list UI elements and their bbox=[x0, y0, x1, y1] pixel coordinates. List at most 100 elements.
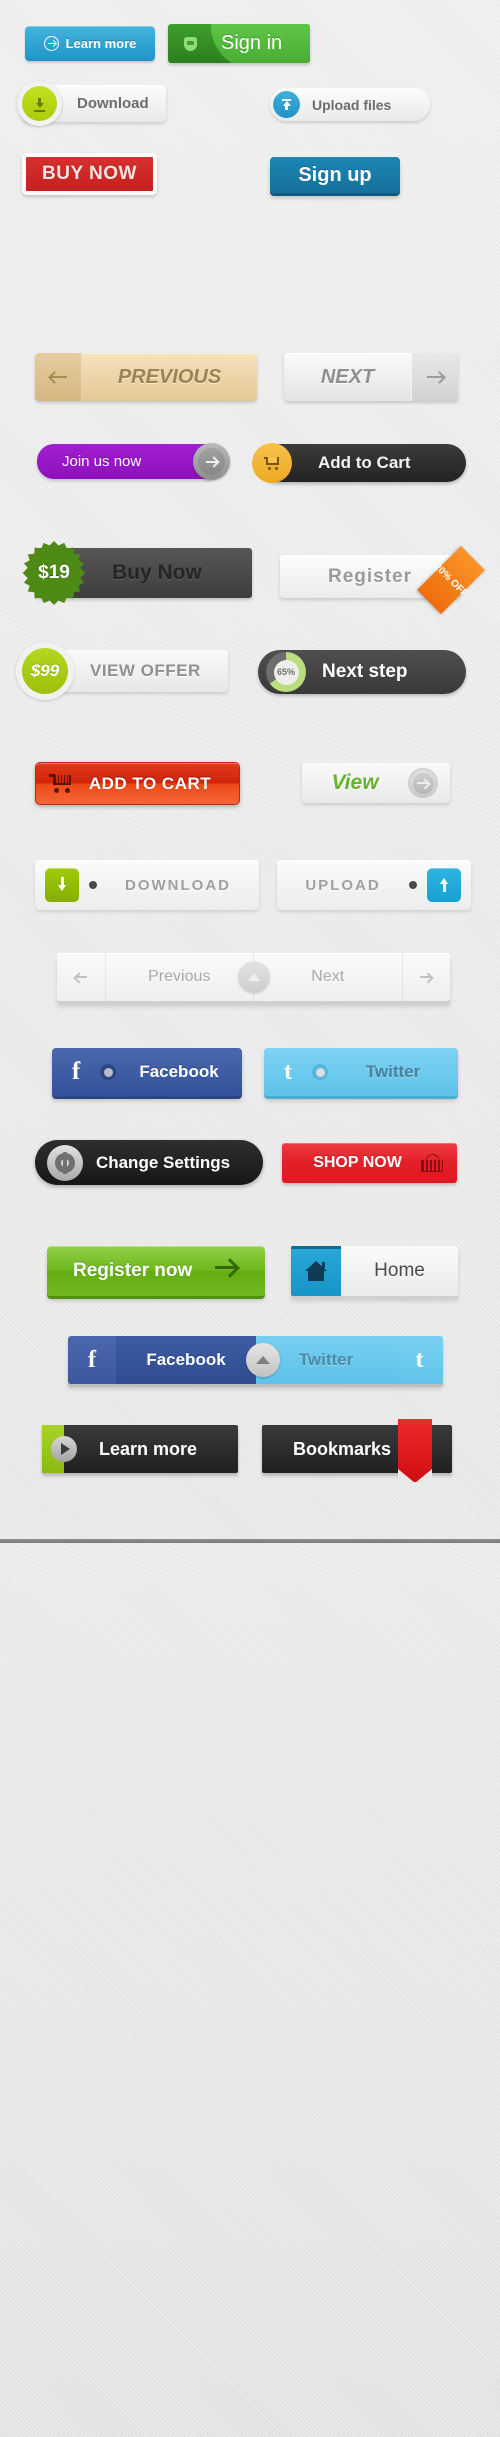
add-to-cart-red-label: ADD TO CART bbox=[88, 773, 212, 793]
next-step-label: Next step bbox=[322, 661, 408, 682]
arrow-circle-icon bbox=[43, 36, 59, 51]
view-offer-price-knob: $99 bbox=[16, 642, 74, 700]
combo-toggle-knob[interactable] bbox=[246, 1343, 280, 1377]
change-settings-button[interactable]: Change Settings bbox=[35, 1140, 263, 1185]
ui-kit-page: Learn more Sign in Download Upload files bbox=[0, 0, 500, 2437]
arrow-right-icon bbox=[426, 376, 444, 378]
bookmark-ribbon-icon bbox=[398, 1419, 432, 1483]
facebook-button[interactable]: f Facebook bbox=[52, 1048, 242, 1096]
next-step-button[interactable]: 65% Next step bbox=[258, 650, 466, 694]
next-step-percent: 65% bbox=[273, 659, 299, 685]
badges-section: $29 50% OFF 100% MONEY BACK GUARANTEE $ bbox=[0, 1543, 500, 2437]
twitter-label: Twitter bbox=[365, 1062, 421, 1081]
twitter-icon[interactable]: t bbox=[396, 1336, 443, 1384]
social-combo-bar[interactable]: f Facebook Twitter t bbox=[68, 1336, 443, 1384]
learn-more-dark-label: Learn more bbox=[98, 1438, 198, 1459]
home-icon bbox=[291, 1246, 341, 1296]
combo-facebook-label[interactable]: Facebook bbox=[116, 1336, 256, 1384]
buttons-section: Learn more Sign in Download Upload files bbox=[0, 0, 500, 1497]
upload-arrow-icon bbox=[281, 98, 292, 111]
separator-dot bbox=[100, 1064, 116, 1080]
download-icon-wrap bbox=[22, 86, 57, 121]
next-arrow-cell[interactable] bbox=[411, 353, 458, 401]
pagination-next[interactable]: Next bbox=[254, 953, 403, 1001]
buy-now-button[interactable]: BUY NOW bbox=[22, 153, 157, 195]
learn-more-button[interactable]: Learn more bbox=[25, 26, 155, 61]
arrow-circle-icon[interactable] bbox=[408, 768, 438, 798]
download-arrow-icon bbox=[45, 868, 79, 902]
sign-up-button[interactable]: Sign up bbox=[270, 157, 400, 193]
register-now-button[interactable]: Register now bbox=[47, 1246, 265, 1296]
shop-now-label: SHOP NOW bbox=[313, 1154, 402, 1171]
buy-now-19-button[interactable]: $19 Buy Now bbox=[22, 541, 252, 605]
download-flat-label: DOWNLOAD bbox=[125, 876, 231, 894]
pagination-bar[interactable]: Previous Next bbox=[57, 953, 450, 1001]
previous-arrow-cell[interactable] bbox=[35, 353, 82, 401]
arrow-right-icon bbox=[420, 976, 432, 978]
add-to-cart-dark-button[interactable]: Add to Cart bbox=[252, 443, 466, 483]
download-flat-button[interactable]: DOWNLOAD bbox=[35, 860, 259, 910]
facebook-icon[interactable]: f bbox=[68, 1336, 116, 1384]
shop-now-button[interactable]: SHOP NOW bbox=[282, 1143, 457, 1183]
learn-more-dark-button[interactable]: Learn more bbox=[42, 1425, 238, 1473]
pagination-previous-label: Previous bbox=[148, 968, 211, 985]
next-button[interactable]: NEXT bbox=[284, 353, 458, 401]
twitter-icon: t bbox=[284, 1058, 292, 1085]
upload-files-label: Upload files bbox=[312, 96, 392, 113]
download-label: Download bbox=[77, 95, 149, 112]
join-us-now-button[interactable]: Join us now bbox=[37, 443, 230, 480]
caret-up-icon bbox=[256, 1356, 270, 1364]
join-us-now-label: Join us now bbox=[62, 453, 142, 470]
add-to-cart-dark-label: Add to Cart bbox=[318, 453, 411, 472]
pagination-prev-arrow[interactable] bbox=[57, 953, 105, 1001]
view-offer-button[interactable]: $99 VIEW OFFER bbox=[16, 642, 228, 700]
view-button[interactable]: View bbox=[302, 763, 450, 803]
pagination-next-arrow[interactable] bbox=[402, 953, 450, 1001]
add-to-cart-red-button[interactable]: ADD TO CART bbox=[35, 762, 240, 805]
facebook-icon: f bbox=[71, 1058, 81, 1085]
arrow-left-icon bbox=[75, 976, 87, 978]
upload-flat-label: UPLOAD bbox=[305, 876, 381, 894]
previous-label: PREVIOUS bbox=[117, 365, 222, 388]
view-offer-price: $99 bbox=[22, 648, 68, 694]
discount-ribbon: 20% OFF bbox=[417, 546, 485, 614]
sign-in-button[interactable]: Sign in bbox=[168, 24, 310, 63]
upload-knob bbox=[273, 91, 300, 118]
play-icon bbox=[51, 1436, 77, 1462]
buy-now-label: BUY NOW bbox=[42, 163, 137, 184]
change-settings-label: Change Settings bbox=[95, 1152, 231, 1172]
arrow-circle-icon[interactable] bbox=[193, 443, 230, 480]
price-starburst-badge: $19 bbox=[22, 541, 86, 605]
shopping-cart-icon bbox=[49, 774, 73, 793]
shield-icon bbox=[184, 36, 197, 51]
buy-now-19-label: Buy Now bbox=[112, 561, 202, 584]
register-button[interactable]: Register 20% OFF bbox=[280, 546, 485, 614]
download-button[interactable]: Download bbox=[17, 81, 166, 126]
home-label: Home bbox=[374, 1260, 425, 1281]
pagination-next-label: Next bbox=[311, 968, 345, 985]
bookmarks-button[interactable]: Bookmarks bbox=[262, 1419, 452, 1483]
arrow-right-icon bbox=[215, 1266, 237, 1269]
upload-flat-button[interactable]: UPLOAD bbox=[277, 860, 471, 910]
separator-dot bbox=[89, 881, 97, 889]
home-button[interactable]: Home bbox=[291, 1246, 458, 1296]
previous-button[interactable]: PREVIOUS bbox=[35, 353, 257, 401]
upload-arrow-icon bbox=[427, 868, 461, 902]
next-label: NEXT bbox=[320, 365, 375, 388]
view-offer-label: VIEW OFFER bbox=[90, 661, 201, 680]
learn-more-label: Learn more bbox=[65, 36, 137, 51]
caret-up-icon bbox=[247, 973, 260, 981]
separator-dot bbox=[312, 1064, 328, 1080]
twitter-button[interactable]: t Twitter bbox=[264, 1048, 458, 1096]
download-knob bbox=[17, 81, 62, 126]
gear-icon bbox=[47, 1144, 83, 1181]
register-now-label: Register now bbox=[73, 1260, 193, 1281]
upload-files-button[interactable]: Upload files bbox=[270, 88, 430, 121]
arrow-left-icon bbox=[49, 376, 67, 378]
pagination-previous[interactable]: Previous bbox=[105, 953, 254, 1001]
basket-icon bbox=[421, 1152, 443, 1172]
sign-in-label: Sign in bbox=[221, 32, 283, 54]
progress-ring-icon: 65% bbox=[266, 652, 306, 692]
pagination-up-knob[interactable] bbox=[237, 961, 270, 993]
sign-up-label: Sign up bbox=[298, 163, 372, 186]
